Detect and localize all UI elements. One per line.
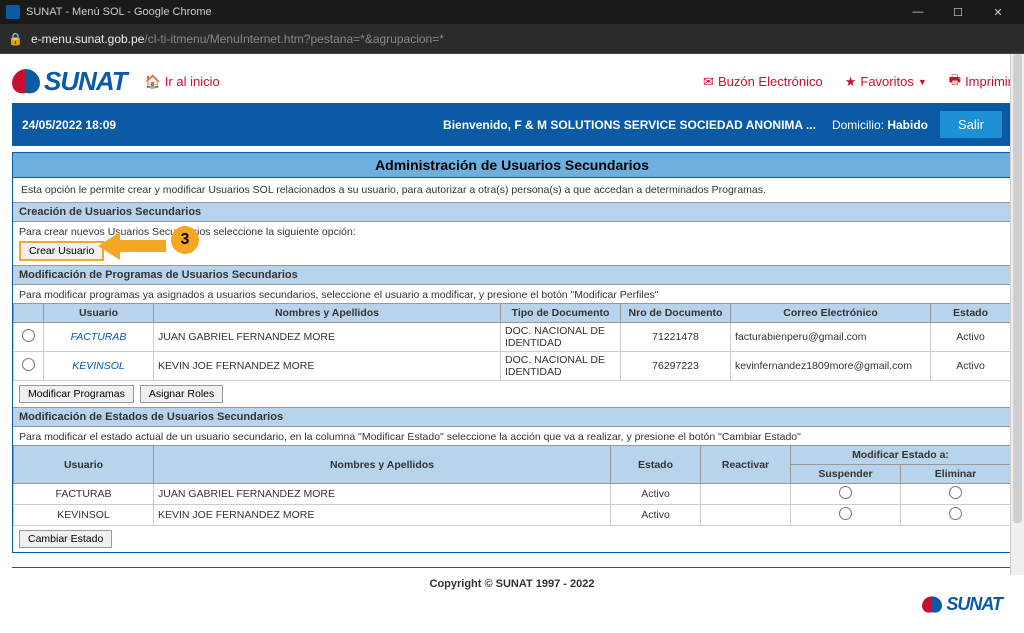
sunat-swirl-icon bbox=[922, 595, 942, 615]
mod-prog-hint: Para modificar programas ya asignados a … bbox=[19, 289, 1005, 301]
section-mod-estado-header: Modificación de Estados de Usuarios Secu… bbox=[13, 407, 1011, 427]
window-close-button[interactable]: ✕ bbox=[978, 0, 1018, 24]
cambiar-estado-button[interactable]: Cambiar Estado bbox=[19, 530, 112, 548]
sunat-logo: SUNAT bbox=[12, 66, 127, 97]
eliminar-radio[interactable] bbox=[949, 486, 962, 499]
star-icon: ★ bbox=[845, 74, 857, 90]
section-create-header: Creación de Usuarios Secundarios bbox=[13, 202, 1011, 222]
col-reactivar: Reactivar bbox=[701, 446, 791, 484]
asignar-roles-button[interactable]: Asignar Roles bbox=[140, 385, 223, 403]
footer-copyright: Copyright © SUNAT 1997 - 2022 bbox=[12, 568, 1012, 594]
col-suspender: Suspender bbox=[791, 465, 901, 484]
buzon-link[interactable]: ✉ Buzón Electrónico bbox=[703, 74, 823, 90]
eliminar-radio[interactable] bbox=[949, 507, 962, 520]
col-usuario: Usuario bbox=[14, 446, 154, 484]
table-row: FACTURAB JUAN GABRIEL FERNANDEZ MORE DOC… bbox=[14, 323, 1011, 352]
home-icon: 🏠 bbox=[145, 74, 161, 90]
col-modificar-estado: Modificar Estado a: bbox=[791, 446, 1011, 465]
welcome-text: Bienvenido, F & M SOLUTIONS SERVICE SOCI… bbox=[116, 118, 832, 132]
table-row: KEVINSOL KEVIN JOE FERNANDEZ MORE DOC. N… bbox=[14, 352, 1011, 381]
scrollbar-thumb[interactable] bbox=[1013, 54, 1022, 523]
col-nro-doc: Nro de Documento bbox=[621, 304, 731, 323]
datetime-display: 24/05/2022 18:09 bbox=[22, 118, 116, 132]
col-estado: Estado bbox=[931, 304, 1011, 323]
chevron-down-icon: ▼ bbox=[918, 77, 927, 87]
page-title: Administración de Usuarios Secundarios bbox=[13, 153, 1011, 178]
select-user-radio[interactable] bbox=[22, 329, 35, 342]
user-link[interactable]: KEVINSOL bbox=[44, 352, 154, 381]
favicon bbox=[6, 5, 20, 19]
window-title: SUNAT - Menú SOL - Google Chrome bbox=[26, 6, 898, 18]
table-row: KEVINSOL KEVIN JOE FERNANDEZ MORE Activo bbox=[14, 505, 1011, 526]
suspender-radio[interactable] bbox=[839, 486, 852, 499]
page-intro: Esta opción le permite crear y modificar… bbox=[13, 178, 1011, 202]
col-tipo-doc: Tipo de Documento bbox=[501, 304, 621, 323]
info-bar: 24/05/2022 18:09 Bienvenido, F & M SOLUT… bbox=[12, 103, 1012, 146]
sunat-swirl-icon bbox=[12, 68, 40, 96]
users-programs-table: Usuario Nombres y Apellidos Tipo de Docu… bbox=[13, 303, 1011, 381]
mod-estado-hint: Para modificar el estado actual de un us… bbox=[19, 431, 1005, 443]
select-user-radio[interactable] bbox=[22, 358, 35, 371]
imprimir-link[interactable]: 🖶 Imprimir bbox=[949, 71, 1012, 93]
col-usuario: Usuario bbox=[44, 304, 154, 323]
favoritos-link[interactable]: ★ Favoritos ▼ bbox=[845, 74, 927, 90]
users-states-table: Usuario Nombres y Apellidos Estado React… bbox=[13, 445, 1011, 526]
mail-icon: ✉ bbox=[703, 74, 714, 90]
crear-usuario-button[interactable]: Crear Usuario bbox=[19, 241, 104, 261]
domicilio-label: Domicilio: Habido bbox=[832, 118, 928, 132]
col-estado: Estado bbox=[611, 446, 701, 484]
col-eliminar: Eliminar bbox=[901, 465, 1011, 484]
create-hint: Para crear nuevos Usuarios Secundarios s… bbox=[19, 226, 1005, 238]
section-mod-prog-header: Modificación de Programas de Usuarios Se… bbox=[13, 265, 1011, 285]
salir-button[interactable]: Salir bbox=[940, 111, 1002, 138]
url-display: e-menu.sunat.gob.pe/cl-ti-itmenu/MenuInt… bbox=[31, 32, 1016, 46]
col-correo: Correo Electrónico bbox=[731, 304, 931, 323]
window-maximize-button[interactable]: ☐ bbox=[938, 0, 978, 24]
home-link[interactable]: 🏠 Ir al inicio bbox=[145, 74, 220, 90]
browser-address-bar[interactable]: 🔒 e-menu.sunat.gob.pe/cl-ti-itmenu/MenuI… bbox=[0, 24, 1024, 54]
page-header: SUNAT 🏠 Ir al inicio ✉ Buzón Electrónico… bbox=[12, 60, 1012, 103]
col-nombres: Nombres y Apellidos bbox=[154, 304, 501, 323]
suspender-radio[interactable] bbox=[839, 507, 852, 520]
vertical-scrollbar[interactable] bbox=[1010, 54, 1024, 575]
sunat-logo-footer: SUNAT bbox=[922, 594, 1002, 615]
window-minimize-button[interactable]: — bbox=[898, 0, 938, 24]
main-panel: Administración de Usuarios Secundarios E… bbox=[12, 152, 1012, 553]
user-link[interactable]: FACTURAB bbox=[44, 323, 154, 352]
window-titlebar: SUNAT - Menú SOL - Google Chrome — ☐ ✕ bbox=[0, 0, 1024, 24]
table-row: FACTURAB JUAN GABRIEL FERNANDEZ MORE Act… bbox=[14, 484, 1011, 505]
modificar-programas-button[interactable]: Modificar Programas bbox=[19, 385, 134, 403]
print-icon: 🖶 bbox=[949, 71, 961, 93]
lock-icon: 🔒 bbox=[8, 32, 23, 46]
col-nombres: Nombres y Apellidos bbox=[154, 446, 611, 484]
